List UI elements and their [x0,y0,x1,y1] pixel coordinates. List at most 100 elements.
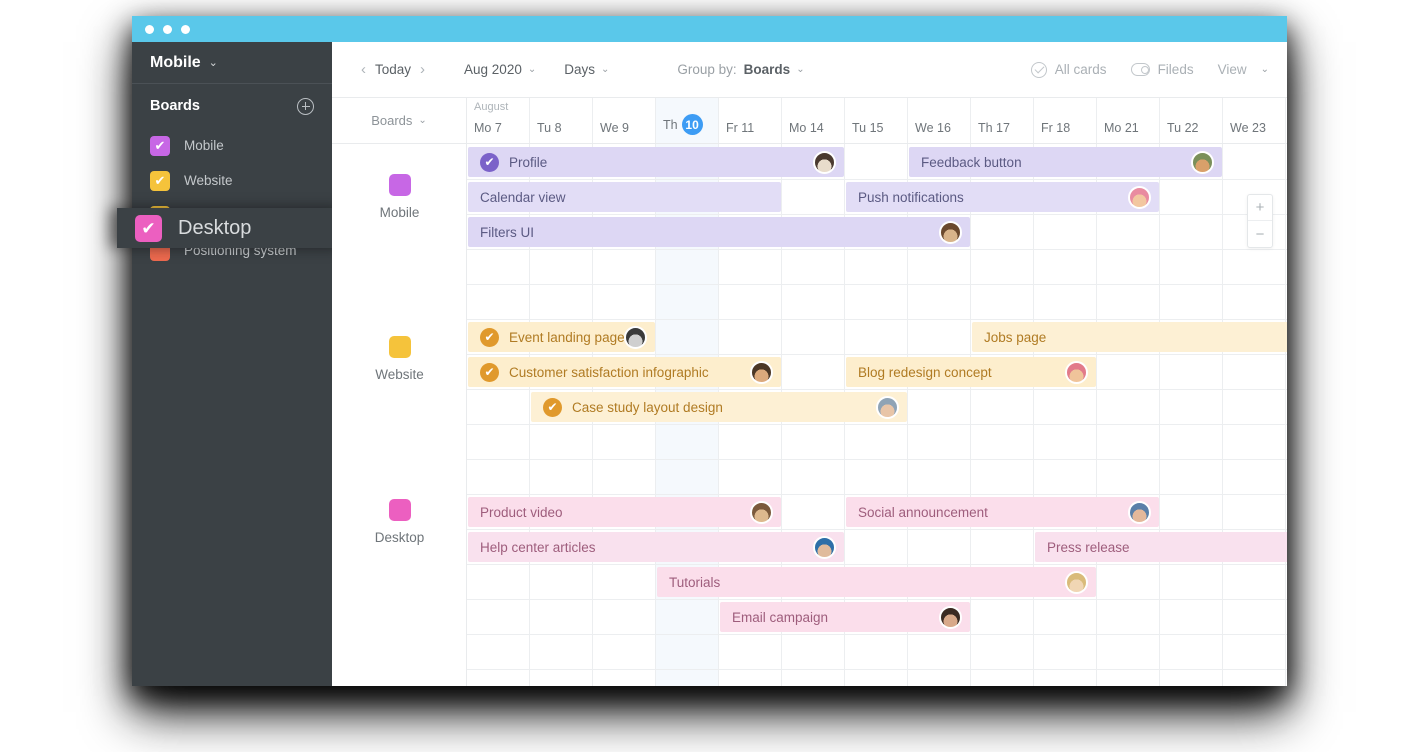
task-bar[interactable]: ✔ Case study layout design [531,392,907,422]
day-header-11[interactable]: Tu 22 [1160,98,1223,143]
task-bar[interactable]: ✔ Event landing page [468,322,655,352]
task-bar[interactable]: Help center articles [468,532,844,562]
avatar[interactable] [624,325,647,349]
day-label: Mo 21 [1104,121,1139,135]
task-done-check-icon[interactable]: ✔ [480,327,499,347]
month-label: August [474,101,509,113]
sidebar-header[interactable]: Mobile ⌄ [132,42,332,84]
task-bar[interactable]: ✔ Profile [468,147,844,177]
add-board-icon[interactable] [297,97,314,115]
scale-selector[interactable]: Days ⌄ [564,62,609,77]
task-bar[interactable]: ✔ Customer satisfaction infographic [468,357,781,387]
month-selector[interactable]: Aug 2020 ⌄ [464,62,536,77]
avatar[interactable] [1065,570,1088,594]
day-label: We 9 [600,121,629,135]
avatar[interactable] [939,220,962,244]
avatar[interactable] [750,360,773,384]
sidebar-item-label: Desktop [178,216,252,239]
day-header-10[interactable]: Mo 21 [1097,98,1160,143]
avatar[interactable] [813,150,836,174]
day-label: Fr 18 [1041,121,1071,135]
avatar[interactable] [813,535,836,559]
view-label: View [1217,62,1247,77]
task-title: Social announcement [858,504,988,520]
task-bar[interactable]: Push notifications [846,182,1159,212]
sidebar-item-mobile[interactable]: ✔ Mobile [132,128,332,163]
day-header-5[interactable]: Mo 14 [782,98,845,143]
day-header-12[interactable]: We 23 [1223,98,1286,143]
today-button[interactable]: Today [375,62,411,77]
window-titlebar [132,16,1287,42]
task-bar[interactable]: Press release [1035,532,1287,562]
day-header-4[interactable]: Fr 11 [719,98,782,143]
day-header-7[interactable]: We 16 [908,98,971,143]
task-done-check-icon[interactable]: ✔ [480,152,499,172]
scale-selector-value: Days [564,62,595,77]
avatar[interactable] [939,605,962,629]
day-header-6[interactable]: Tu 15 [845,98,908,143]
window-minimize-dot[interactable] [163,24,172,34]
task-bar[interactable]: Jobs page [972,322,1287,352]
task-bar[interactable]: Product video [468,497,781,527]
group-by-label: Group by: [677,62,737,77]
toggle-icon [1130,63,1150,76]
task-title: Tutorials [669,574,721,590]
checkbox-0[interactable]: ✔ [150,135,170,156]
day-label: Tu 22 [1167,121,1199,135]
avatar[interactable] [1128,185,1151,209]
view-selector[interactable]: View ⌄ [1218,62,1269,77]
day-header-0[interactable]: August Mo 7 [467,98,530,143]
avatar[interactable] [876,395,899,419]
day-label: Th 17 [978,121,1010,135]
task-title: Calendar view [480,189,566,205]
checkbox-1[interactable]: ✔ [150,170,170,191]
prev-period-button[interactable]: ‹ [352,61,375,78]
task-title: Product video [480,504,563,520]
zoom-in-button[interactable]: + [1248,195,1272,221]
task-bar[interactable]: Social announcement [846,497,1159,527]
sidebar-item-website[interactable]: ✔ Website [132,163,332,198]
fields-button[interactable]: Fileds [1130,62,1194,77]
task-bar[interactable]: Email campaign [720,602,970,632]
task-bar[interactable]: Tutorials [657,567,1096,597]
task-bar[interactable]: Filters UI [468,217,970,247]
chevron-down-icon: ⌄ [208,57,218,69]
day-label: Tu 8 [537,121,562,135]
avatar[interactable] [1191,150,1214,174]
zoom-out-button[interactable]: − [1248,221,1272,247]
avatar[interactable] [1128,500,1151,524]
day-header-8[interactable]: Th 17 [971,98,1034,143]
group-by-value[interactable]: Boards [744,62,791,77]
check-circle-icon [1030,61,1047,78]
group-column-header[interactable]: Boards ⌄ [332,98,467,143]
day-label: We 16 [915,121,951,135]
day-headers: August Mo 7 Tu 8 We 9 Th 10 Fr 11 Mo 14 Tu 15 We … [467,98,1286,143]
chevron-down-icon: ⌄ [418,115,427,126]
task-done-check-icon[interactable]: ✔ [480,362,499,382]
day-header-3[interactable]: Th 10 [656,98,719,143]
sidebar-workspace-title: Mobile [150,53,201,71]
task-bar[interactable]: Blog redesign concept [846,357,1096,387]
avatar[interactable] [750,500,773,524]
window-maximize-dot[interactable] [181,24,190,34]
day-header-9[interactable]: Fr 18 [1034,98,1097,143]
day-header-1[interactable]: Tu 8 [530,98,593,143]
toolbar: ‹ Today › Aug 2020 ⌄ Days ⌄ Group by: Bo… [332,42,1287,98]
day-label: Th 10 [663,114,703,135]
task-done-check-icon[interactable]: ✔ [543,397,562,417]
task-title: Customer satisfaction infographic [509,364,709,380]
chevron-down-icon: ⌄ [527,64,537,75]
day-label: Mo 7 [474,121,502,135]
checkbox-desktop[interactable]: ✔ [135,214,162,242]
day-header-2[interactable]: We 9 [593,98,656,143]
all-cards-button[interactable]: All cards [1030,61,1107,78]
group-column-label: Boards [371,113,413,128]
window-close-dot[interactable] [145,24,154,34]
task-title: Push notifications [858,189,964,205]
avatar[interactable] [1065,360,1088,384]
next-period-button[interactable]: › [411,61,434,78]
day-label: We 23 [1230,121,1266,135]
sidebar-item-desktop-dragging[interactable]: ✔ Desktop [117,208,347,248]
task-bar[interactable]: Calendar view [468,182,781,212]
task-bar[interactable]: Feedback button [909,147,1222,177]
